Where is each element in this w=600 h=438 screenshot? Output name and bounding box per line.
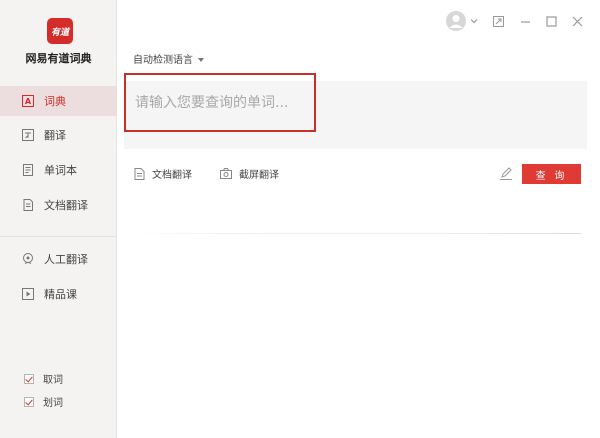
maximize-button[interactable] [543, 10, 559, 32]
close-icon [572, 16, 582, 26]
check-word-select[interactable]: 划词 [24, 394, 63, 409]
document-translate-button[interactable]: 文档翻译 [134, 166, 192, 181]
sidebar-item-document-translate[interactable]: 文档翻译 [0, 190, 117, 220]
check-label: 划词 [43, 398, 63, 409]
checkbox-checked[interactable] [24, 373, 34, 384]
dictionary-icon: A [22, 95, 34, 107]
app-name: 网易有道词典 [25, 52, 92, 65]
translate-icon [22, 129, 34, 141]
maximize-icon [545, 15, 557, 27]
sidebar-item-label: 文档翻译 [44, 199, 88, 212]
language-select[interactable]: 自动检测语言 [133, 51, 204, 66]
checkbox-checked[interactable] [24, 396, 34, 407]
sidebar-item-human-translate[interactable]: 人工翻译 [0, 244, 117, 274]
minimize-icon [520, 20, 530, 23]
tool-label: 截屏翻译 [239, 170, 279, 181]
wordbook-icon [22, 164, 34, 176]
sidebar: 有道 网易有道词典 A 词典 翻译 单词本 文档翻译 人工翻译 精品课 取词 划… [0, 0, 117, 438]
highlight-annotation-box [124, 73, 316, 132]
tool-label: 文档翻译 [152, 170, 192, 181]
search-button[interactable]: 查 询 [522, 164, 581, 184]
camera-icon [220, 168, 232, 179]
edit-icon[interactable] [499, 166, 513, 180]
sidebar-item-label: 精品课 [44, 288, 77, 301]
app-logo: 有道 [47, 18, 73, 44]
sidebar-divider [0, 236, 117, 237]
shrink-icon [492, 15, 504, 27]
document-icon [134, 167, 145, 180]
screenshot-translate-button[interactable]: 截屏翻译 [220, 166, 279, 181]
document-translate-icon [22, 199, 34, 211]
human-translate-icon [22, 253, 34, 265]
minimize-button[interactable] [517, 10, 533, 32]
chevron-down-icon [470, 19, 477, 24]
course-icon [22, 288, 34, 300]
sidebar-item-course[interactable]: 精品课 [0, 279, 117, 309]
sidebar-item-wordbook[interactable]: 单词本 [0, 155, 117, 185]
logo-text: 有道 [50, 27, 69, 38]
sidebar-item-label: 人工翻译 [44, 253, 88, 266]
sidebar-item-dictionary[interactable]: A 词典 [0, 86, 117, 116]
close-button[interactable] [569, 10, 585, 32]
sidebar-item-label: 翻译 [44, 129, 66, 142]
caret-down-icon [198, 58, 204, 62]
sidebar-item-label: 词典 [44, 95, 66, 108]
check-word-capture[interactable]: 取词 [24, 371, 63, 386]
language-select-value: 自动检测语言 [133, 55, 193, 66]
user-avatar-menu[interactable] [444, 10, 478, 32]
avatar-icon [445, 11, 466, 31]
mini-mode-button[interactable] [490, 10, 506, 32]
sidebar-item-label: 单词本 [44, 164, 77, 177]
sidebar-item-translate[interactable]: 翻译 [0, 120, 117, 150]
content-divider [133, 233, 581, 234]
check-label: 取词 [43, 375, 63, 386]
